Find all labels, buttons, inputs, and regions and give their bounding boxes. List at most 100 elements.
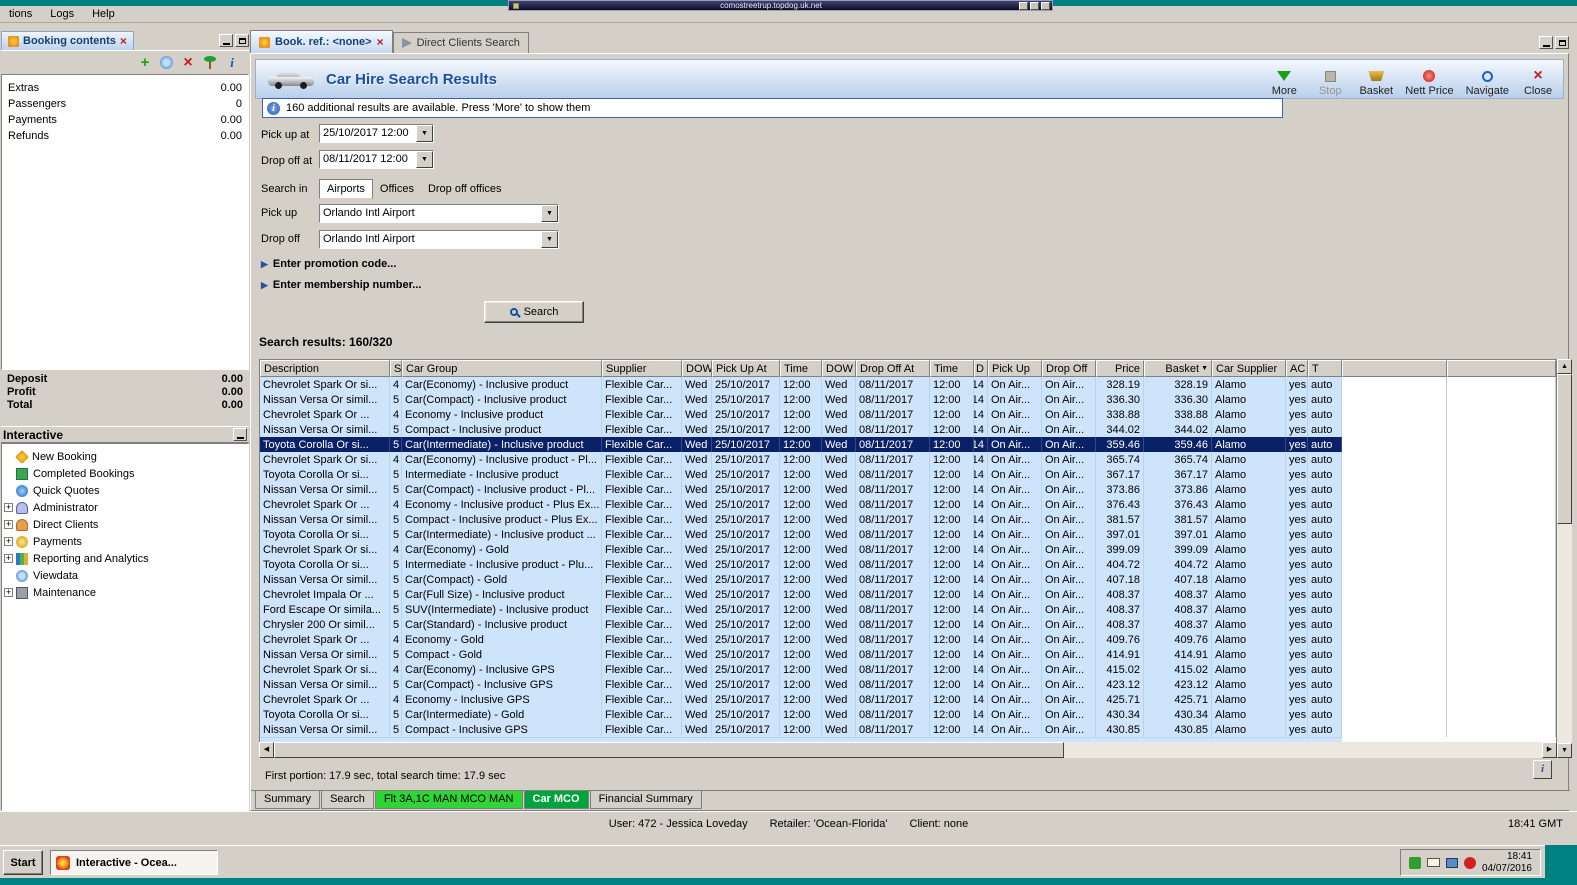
scroll-right-icon[interactable]: ▶	[1542, 742, 1557, 758]
promotion-code-toggle[interactable]: Enter promotion code...	[261, 258, 396, 270]
menu-item-logs[interactable]: Logs	[41, 7, 83, 21]
tray-network-icon[interactable]	[1446, 858, 1458, 868]
pin-icon[interactable]	[513, 3, 519, 9]
vertical-scrollbar[interactable]: ▲ ▼	[1557, 359, 1572, 758]
pickup-location-dropdown-icon[interactable]	[541, 205, 558, 222]
pickup-datetime-field[interactable]: 25/10/2017 12:00	[319, 124, 434, 143]
basket-button[interactable]: Basket	[1359, 63, 1393, 97]
expand-icon[interactable]: +	[4, 520, 13, 529]
bottom-tab-summary[interactable]: Summary	[255, 791, 320, 809]
rdp-restore-button[interactable]	[1030, 2, 1039, 10]
minimize-panel-button[interactable]	[219, 34, 233, 47]
taskbar-clock[interactable]: 18:41 04/07/2016	[1482, 851, 1532, 875]
column-header-supplier[interactable]: Supplier	[602, 360, 682, 377]
result-row[interactable]: Chevrolet Spark Or ...4Economy - GoldFle…	[260, 632, 1556, 647]
maximize-panel-button[interactable]	[235, 34, 249, 47]
info-icon[interactable]	[225, 56, 239, 70]
result-row[interactable]: Chevrolet Spark Or ...4Economy - Inclusi…	[260, 407, 1556, 422]
result-row[interactable]: Chevrolet Spark Or si...4Car(Economy) - …	[260, 377, 1556, 392]
sidebar-item-administrator[interactable]: +Administrator	[2, 499, 248, 516]
tab-booking-contents[interactable]: Booking contents ×	[1, 31, 134, 50]
result-row[interactable]: Chevrolet Spark Or ...4Economy - Inclusi…	[260, 692, 1556, 707]
sidebar-item-viewdata[interactable]: Viewdata	[2, 567, 248, 584]
sidebar-item-maintenance[interactable]: +Maintenance	[2, 584, 248, 601]
result-row[interactable]: Toyota Corolla Or si...5Car(Intermediate…	[260, 527, 1556, 542]
result-row[interactable]: Chevrolet Spark Or si...4Car(Economy) - …	[260, 542, 1556, 557]
column-header-time[interactable]: Time	[930, 360, 974, 377]
close-button[interactable]: Close	[1521, 63, 1555, 97]
booking-content-row[interactable]: Passengers0	[2, 97, 248, 113]
pickup-datetime-dropdown-icon[interactable]	[416, 125, 433, 142]
bottom-tab-financial-summary[interactable]: Financial Summary	[590, 791, 702, 809]
column-header-t[interactable]: T	[1308, 360, 1342, 377]
scroll-down-icon[interactable]: ▼	[1557, 743, 1572, 758]
expand-icon[interactable]: +	[4, 503, 13, 512]
column-header-d[interactable]: D	[974, 360, 988, 377]
rdp-minimize-button[interactable]	[1019, 2, 1028, 10]
column-header-basket[interactable]: Basket▼	[1144, 360, 1212, 377]
tray-alert-icon[interactable]	[1464, 857, 1476, 869]
more-button[interactable]: More	[1267, 63, 1301, 97]
search-button[interactable]: Search	[484, 301, 584, 323]
bottom-tab-flt-3a-1c-man-mco-man[interactable]: Flt 3A,1C MAN MCO MAN	[375, 791, 523, 809]
scroll-left-icon[interactable]: ◀	[259, 742, 274, 758]
tab-direct-clients-search[interactable]: Direct Clients Search	[393, 32, 529, 53]
column-header-drop-off[interactable]: Drop Off	[1042, 360, 1096, 377]
dropoff-location-dropdown-icon[interactable]	[541, 231, 558, 248]
dropoff-datetime-field[interactable]: 08/11/2017 12:00	[319, 150, 434, 169]
membership-number-toggle[interactable]: Enter membership number...	[261, 279, 421, 291]
bottom-tab-search[interactable]: Search	[321, 791, 374, 809]
result-row[interactable]: Nissan Versa Or simil...5Compact - Inclu…	[260, 722, 1556, 737]
search-in-offices[interactable]: Offices	[373, 180, 421, 198]
booking-content-row[interactable]: Extras0.00	[2, 81, 248, 97]
info-button[interactable]: i	[1533, 760, 1552, 779]
result-row[interactable]: Nissan Versa Or simil...5Car(Compact) - …	[260, 482, 1556, 497]
search-in-drop-off-offices[interactable]: Drop off offices	[421, 180, 509, 198]
dropoff-location-select[interactable]: Orlando Intl Airport	[319, 230, 559, 249]
column-header-s[interactable]: S	[390, 360, 402, 377]
column-header-car-group[interactable]: Car Group	[402, 360, 602, 377]
sidebar-item-direct-clients[interactable]: +Direct Clients	[2, 516, 248, 533]
column-header-pick-up[interactable]: Pick Up	[988, 360, 1042, 377]
bottom-tab-car-mco[interactable]: Car MCO	[524, 791, 589, 809]
pickup-location-select[interactable]: Orlando Intl Airport	[319, 204, 559, 223]
holiday-icon[interactable]	[203, 56, 217, 70]
column-header-dow[interactable]: DOW	[682, 360, 712, 377]
maximize-document-button[interactable]	[1555, 36, 1569, 49]
delete-icon[interactable]	[181, 56, 195, 70]
column-header-time[interactable]: Time	[780, 360, 822, 377]
tray-mail-icon[interactable]	[1427, 858, 1440, 867]
sidebar-item-payments[interactable]: +Payments	[2, 533, 248, 550]
result-row[interactable]: Nissan Versa Or simil...5Compact - Inclu…	[260, 422, 1556, 437]
horizontal-scroll-thumb[interactable]	[274, 742, 1064, 758]
expand-icon[interactable]: +	[4, 554, 13, 563]
taskbar-task-button[interactable]: Interactive - Ocea...	[50, 850, 218, 875]
expand-icon[interactable]: +	[4, 588, 13, 597]
result-row[interactable]: Toyota Corolla Or si...5Car(Intermediate…	[260, 707, 1556, 722]
result-row[interactable]: Chevrolet Impala Or ...5Car(Full Size) -…	[260, 587, 1556, 602]
menu-item-tions[interactable]: tions	[0, 7, 41, 21]
column-header-ac[interactable]: AC	[1286, 360, 1308, 377]
collapse-section-button[interactable]	[233, 428, 247, 441]
close-tab-icon[interactable]: ×	[120, 36, 127, 46]
column-header-dow[interactable]: DOW	[822, 360, 856, 377]
column-header-description[interactable]: Description	[260, 360, 390, 377]
search-in-airports[interactable]: Airports	[319, 179, 373, 199]
menu-item-help[interactable]: Help	[83, 7, 124, 21]
start-button[interactable]: Start	[3, 850, 43, 875]
booking-content-row[interactable]: Payments0.00	[2, 113, 248, 129]
result-row[interactable]: Chevrolet Spark Or si...4Car(Economy) - …	[260, 662, 1556, 677]
world-icon[interactable]	[160, 56, 173, 69]
stop-button[interactable]: Stop	[1313, 63, 1347, 97]
result-row[interactable]: Nissan Versa Or simil...5Car(Compact) - …	[260, 392, 1556, 407]
result-row[interactable]: Nissan Versa Or simil...5Car(Compact) - …	[260, 677, 1556, 692]
vertical-scroll-thumb[interactable]	[1557, 374, 1572, 524]
booking-content-row[interactable]: Refunds0.00	[2, 129, 248, 145]
sidebar-item-quick-quotes[interactable]: Quick Quotes	[2, 482, 248, 499]
result-row[interactable]: Ford Escape Or simila...5SUV(Intermediat…	[260, 602, 1556, 617]
scroll-up-icon[interactable]: ▲	[1557, 359, 1572, 374]
expand-icon[interactable]: +	[4, 537, 13, 546]
dropoff-datetime-dropdown-icon[interactable]	[416, 151, 433, 168]
result-row[interactable]: Nissan Versa Or simil...5Car(Compact) - …	[260, 572, 1556, 587]
result-row[interactable]: Nissan Versa Or simil...5Compact - Inclu…	[260, 512, 1556, 527]
